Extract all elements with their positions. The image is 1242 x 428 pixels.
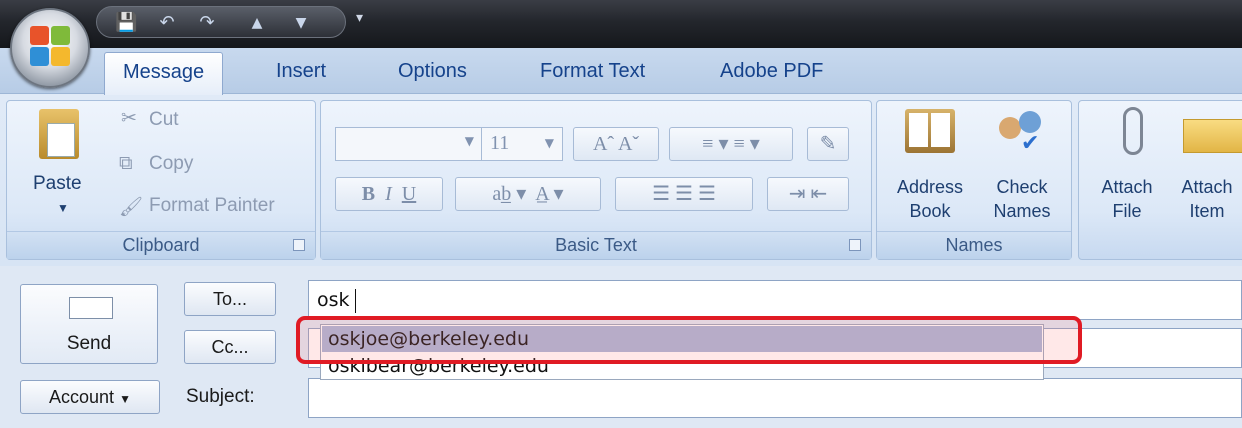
names-group-label: Names [877,231,1071,259]
attach-item-button[interactable]: Attach Item [1171,175,1242,223]
address-book-button[interactable]: Address Book [889,175,971,223]
underline-button[interactable]: U [402,183,416,205]
tab-adobe-pdf[interactable]: Adobe PDF [720,60,823,83]
subject-field[interactable] [308,378,1242,418]
clipboard-group: Paste ▼ ✂ Cut ⧉ Copy 🖌 Format Painter Cl… [6,100,316,260]
clear-format-icon[interactable]: ✎ [807,127,849,161]
grow-shrink-font-icon[interactable]: Aˆ Aˇ [573,127,659,161]
basic-text-group-label: Basic Text [321,231,871,259]
include-group: Attach File Attach Item [1078,100,1242,260]
text-cursor [355,289,356,313]
account-button[interactable]: Account ▼ [20,380,160,414]
check-names-button[interactable]: Check Names [981,175,1063,223]
account-dropdown-icon: ▼ [119,392,131,406]
redo-icon[interactable]: ↷ [197,13,217,33]
paste-dropdown-icon[interactable]: ▼ [57,201,69,215]
paste-button[interactable]: Paste [33,173,82,195]
send-envelope-icon [69,297,113,319]
office-button[interactable] [10,8,90,88]
envelope-icon[interactable] [1183,119,1242,153]
save-icon[interactable]: 💾 [115,13,137,33]
cut-button[interactable]: Cut [149,109,179,131]
align-icon[interactable]: ☰ ☰ ☰ [615,177,753,211]
ribbon-tabs: Message Insert Options Format Text Adobe… [0,48,1242,95]
customize-dropdown-icon[interactable]: ▾ [356,10,363,26]
quick-access-toolbar: 💾 ↶ ↷ ▲ ▼ [96,6,346,38]
names-group: ✔ Address Book Check Names Names [876,100,1072,260]
format-painter-button[interactable]: Format Painter [149,195,275,217]
to-button[interactable]: To... [184,282,276,316]
annotation-highlight [296,316,1082,364]
basic-text-launcher-icon[interactable] [849,239,861,251]
cc-button[interactable]: Cc... [184,330,276,364]
attach-file-button[interactable]: Attach File [1091,175,1163,223]
copy-icon: ⧉ [119,153,133,174]
cut-icon: ✂ [121,108,137,129]
copy-button[interactable]: Copy [149,153,193,175]
clipboard-group-label: Clipboard [7,231,315,259]
bold-italic-underline-group: B I U [335,177,443,211]
bold-button[interactable]: B [362,183,375,205]
highlight-fontcolor-icon[interactable]: ab̲ ▾ A̲ ▾ [455,177,601,211]
tab-message[interactable]: Message [104,52,224,95]
tab-insert[interactable]: Insert [276,60,326,83]
basic-text-group: ▼ 11 ▼ Aˆ Aˇ ≡ ▾ ≡ ▾ ✎ B I U ab̲ ▾ A̲ ▾ … [320,100,872,260]
list-buttons-icon[interactable]: ≡ ▾ ≡ ▾ [669,127,793,161]
send-button[interactable]: Send [20,284,158,364]
font-name-box[interactable]: ▼ [335,127,483,161]
paste-icon[interactable] [39,109,79,159]
check-names-icon[interactable]: ✔ [995,109,1047,156]
subject-label: Subject: [186,386,255,407]
office-logo-icon [30,26,70,66]
undo-icon[interactable]: ↶ [157,13,177,33]
paperclip-icon[interactable] [1123,107,1143,155]
font-size-box[interactable]: 11 ▼ [481,127,563,161]
clipboard-launcher-icon[interactable] [293,239,305,251]
address-book-icon[interactable] [905,109,955,153]
italic-button[interactable]: I [385,183,392,205]
format-painter-icon: 🖌 [119,197,144,218]
down-arrow-icon[interactable]: ▼ [291,13,311,33]
up-arrow-icon[interactable]: ▲ [247,13,267,33]
tab-format-text[interactable]: Format Text [540,60,645,83]
to-field[interactable]: osk [308,280,1242,320]
title-bar: 💾 ↶ ↷ ▲ ▼ ▾ [0,0,1242,48]
tab-options[interactable]: Options [398,60,467,83]
ribbon: Message Insert Options Format Text Adobe… [0,48,1242,266]
indent-icon[interactable]: ⇥ ⇤ [767,177,849,211]
